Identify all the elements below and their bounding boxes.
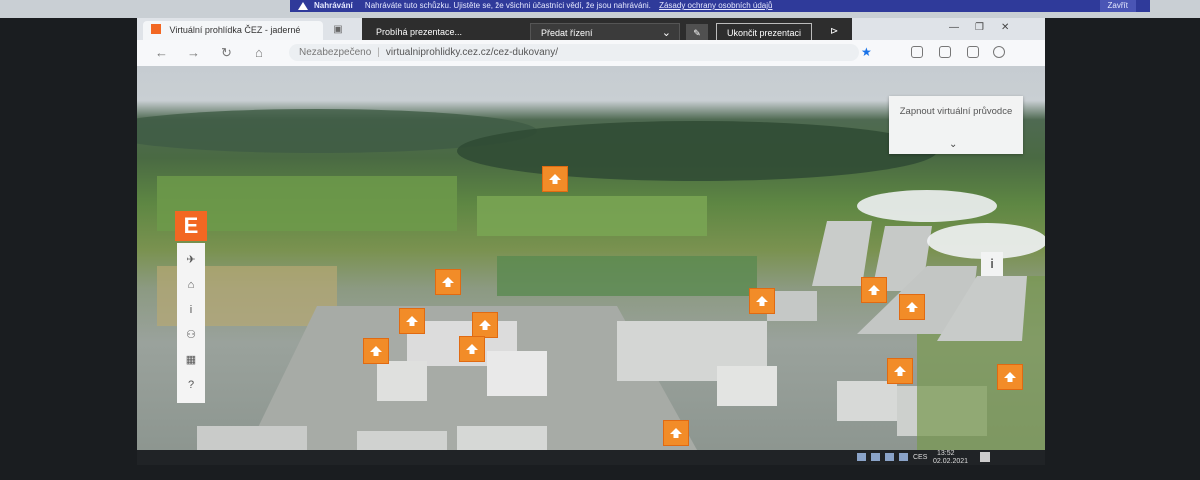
up-arrow-icon [479,320,491,330]
notification-title: Nahrávání [314,1,353,10]
chevron-down-icon: ⌄ [661,27,671,39]
hotspot-marker-12[interactable] [997,364,1023,390]
hotspot-marker-10[interactable] [887,358,913,384]
hotspot-marker-5[interactable] [363,338,389,364]
new-tab-icon[interactable]: ▣ [327,22,349,38]
give-control-label: Předat řízení [541,28,593,38]
pin-icon[interactable]: ⊳ [830,26,838,37]
info-button[interactable]: i [981,252,1003,276]
system-tray-icon[interactable] [871,453,880,461]
screen: Virtuální prohlídka ČEZ - jaderné ▣ — ❐ … [137,18,1045,465]
up-arrow-icon [442,277,454,287]
hotspot-marker-4[interactable] [472,312,498,338]
virtual-guide-button[interactable]: Zapnout virtuální průvodce ⌄ [889,96,1023,154]
virtual-tour-viewport[interactable]: Zapnout virtuální průvodce ⌄ i E ✈ ⌂ i ⚇ ▦? [137,66,1045,450]
profile-icon[interactable] [993,46,1005,58]
refresh-icon[interactable]: ↻ [221,45,232,61]
hotspot-marker-6[interactable] [459,336,485,362]
address-bar: ← → ↻ ⌂ Nezabezpečeno | virtualniprohlidky… [137,40,1045,67]
notification-center-icon[interactable] [980,452,990,462]
url-text: virtualniprohlidky.cez.cz/cez-dukovany/ [385,47,558,58]
chevron-down-icon: ⌄ [949,139,958,150]
windows-taskbar: CES 13:52 02.02.2021 [137,450,1045,465]
network-icon[interactable] [885,453,894,461]
collections-icon[interactable] [967,46,979,58]
home-browser-icon[interactable]: ⌂ [255,45,263,60]
info-icon[interactable]: i [177,299,205,321]
forward-icon[interactable]: → [187,45,200,60]
tab-active[interactable]: Virtuální prohlídka ČEZ - jaderné [143,21,323,40]
virtual-guide-label: Zapnout virtuální průvodce [899,106,1013,117]
hotspot-marker-2[interactable] [435,269,461,295]
hotspot-marker-9[interactable] [899,294,925,320]
language-indicator[interactable]: CES [913,454,927,461]
hotspot-marker-3[interactable] [399,308,425,334]
back-icon[interactable]: ← [155,45,168,60]
up-arrow-icon [1004,372,1016,382]
hotspot-marker-11[interactable] [663,420,689,446]
clock-time[interactable]: 13:52 [937,450,955,457]
tab-title: Virtuální prohlídka ČEZ - jaderné [169,25,301,35]
maximize-icon[interactable]: ❐ [975,22,984,33]
presentation-status: Probíhá prezentace... [376,27,463,37]
up-arrow-icon [670,428,682,438]
notification-text: Nahráváte tuto schůzku. Ujistěte se, že … [364,1,651,10]
toolbar-items: ✈ ⌂ i ⚇ ▦? [177,243,205,403]
notification-close-button[interactable]: Zavřít [1099,0,1136,12]
up-arrow-icon [370,346,382,356]
up-arrow-icon [466,344,478,354]
up-arrow-icon [894,366,906,376]
cez-logo[interactable]: E [175,211,207,241]
hotspot-marker-7[interactable] [749,288,775,314]
home-icon[interactable]: ⌂ [177,274,205,296]
up-arrow-icon [906,302,918,312]
cez-favicon-icon [151,24,161,34]
extensions-icon[interactable] [911,46,923,58]
close-window-icon[interactable]: ✕ [1001,22,1009,33]
cloud-icon[interactable] [857,453,866,461]
up-arrow-icon [406,316,418,326]
person-icon[interactable]: ⚇ [177,324,205,346]
security-label: Nezabezpečeno [299,47,372,58]
clock-date[interactable]: 02.02.2021 [933,458,968,465]
warning-icon [298,2,308,10]
minimize-icon[interactable]: — [949,22,959,33]
grid-icon[interactable]: ▦ [177,349,205,371]
hotspot-marker-1[interactable] [542,166,568,192]
up-arrow-icon [868,285,880,295]
recording-notification: Nahrávání Nahráváte tuto schůzku. Ujistě… [290,0,1150,12]
aircraft-icon[interactable]: ✈ [177,249,205,271]
up-arrow-icon [549,174,561,184]
privacy-link[interactable]: Zásady ochrany osobních údajů [659,1,772,10]
favorites-icon[interactable] [939,46,951,58]
favorite-star-icon[interactable]: ★ [861,45,872,59]
help-icon[interactable]: ? [177,374,205,396]
up-arrow-icon [756,296,768,306]
tour-toolbar: E ✈ ⌂ i ⚇ ▦? [175,211,209,403]
hotspot-marker-8[interactable] [861,277,887,303]
url-field[interactable]: Nezabezpečeno | virtualniprohlidky.cez.cz/… [289,44,859,61]
volume-icon[interactable] [899,453,908,461]
